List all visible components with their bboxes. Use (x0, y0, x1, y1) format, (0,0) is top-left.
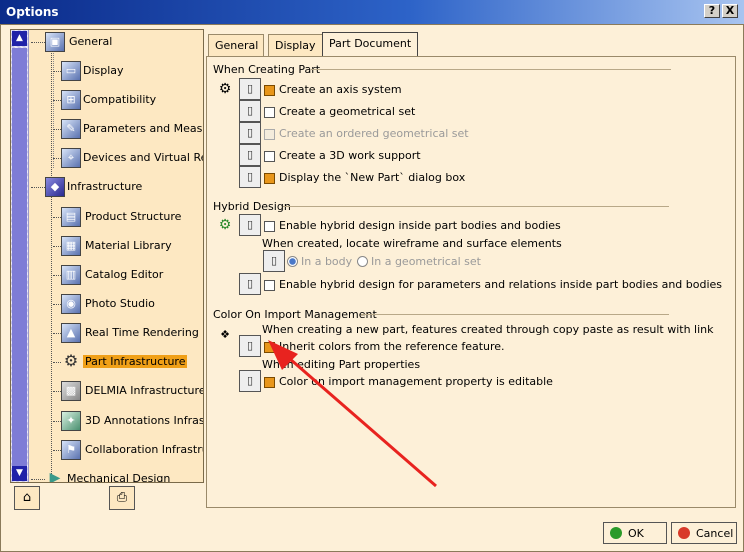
group-when-creating-part-title: When Creating Part (213, 63, 321, 76)
tree-home-button[interactable]: ⌂ (14, 486, 40, 510)
lock-inherit-colors-button[interactable]: ▯ (239, 335, 261, 357)
locate-wireframe-label: When created, locate wireframe and surfa… (262, 237, 562, 250)
cancel-icon (678, 527, 690, 539)
infrastructure-icon: ◆ (45, 177, 65, 197)
title-bar: Options ? X (0, 0, 744, 24)
tree-scrollbar[interactable]: ▲ ▼ (11, 30, 29, 482)
scroll-up-icon[interactable]: ▲ (12, 31, 27, 46)
export-icon: ⎙ (116, 490, 128, 505)
tab-part-document[interactable]: Part Document (322, 32, 418, 56)
enable-hybrid-parameters-label: Enable hybrid design for parameters and … (279, 278, 723, 291)
enable-hybrid-parameters-checkbox[interactable] (264, 280, 275, 291)
lock-color-editable-button[interactable]: ▯ (239, 370, 261, 392)
enable-hybrid-design-checkbox[interactable] (264, 221, 275, 232)
create-3d-work-support-label: Create a 3D work support (279, 149, 421, 162)
create-3d-work-support-checkbox[interactable] (264, 151, 275, 162)
options-tree: ▲ ▼ ▣ General ▭ Display ⊞ Compatibility … (10, 29, 204, 483)
collaboration-icon: ⚑ (61, 440, 81, 460)
display-new-part-dialog-checkbox[interactable] (264, 173, 275, 184)
lock-icon: ▯ (246, 82, 254, 95)
in-a-geometrical-set-radio (357, 256, 368, 267)
ok-icon (610, 527, 622, 539)
display-icon: ▭ (61, 61, 81, 81)
scroll-thumb[interactable] (12, 48, 27, 468)
in-a-body-radio (287, 256, 298, 267)
group-hybrid-design-title: Hybrid Design (213, 200, 291, 213)
lock-new-part-dialog-button[interactable]: ▯ (239, 166, 261, 188)
rendering-icon: ▲ (61, 323, 81, 343)
in-a-geometrical-set-label: In a geometrical set (371, 255, 481, 268)
display-new-part-dialog-label: Display the `New Part` dialog box (279, 171, 466, 184)
lock-hybrid-parameters-button[interactable]: ▯ (239, 273, 261, 295)
scroll-down-icon[interactable]: ▼ (12, 466, 27, 481)
create-ordered-geometrical-set-label: Create an ordered geometrical set (279, 127, 469, 140)
enable-hybrid-design-label: Enable hybrid design inside part bodies … (279, 219, 561, 232)
annotations-icon: ✦ (61, 411, 81, 431)
lock-icon: ▯ (246, 218, 254, 231)
window-title: Options (6, 5, 59, 19)
create-axis-system-checkbox[interactable] (264, 85, 275, 96)
group-color-import-title: Color On Import Management (213, 308, 377, 321)
cancel-button[interactable]: Cancel (671, 522, 737, 544)
create-axis-system-label: Create an axis system (279, 83, 402, 96)
lock-axis-system-button[interactable]: ▯ (239, 78, 261, 100)
delmia-icon: ▩ (61, 381, 81, 401)
product-structure-icon: ▤ (61, 207, 81, 227)
create-ordered-geometrical-set-checkbox (264, 129, 275, 140)
gear-icon: ⚙ (63, 351, 79, 370)
lock-geometrical-set-button[interactable]: ▯ (239, 100, 261, 122)
lock-icon: ▯ (246, 126, 254, 139)
lock-ordered-geometrical-set-button[interactable]: ▯ (239, 122, 261, 144)
lock-icon: ▯ (270, 254, 278, 267)
lock-locate-wireframe-button[interactable]: ▯ (263, 250, 285, 272)
create-geometrical-set-checkbox[interactable] (264, 107, 275, 118)
material-library-icon: ▦ (61, 236, 81, 256)
tree-export-button[interactable]: ⎙ (109, 486, 135, 510)
tab-display[interactable]: Display (268, 34, 324, 56)
parameters-icon: ✎ (61, 119, 81, 139)
lock-icon: ▯ (246, 339, 254, 352)
close-button[interactable]: X (722, 4, 738, 18)
annotation-arrow (268, 340, 437, 488)
devices-icon: ⌖ (61, 148, 81, 168)
home-icon: ⌂ (22, 490, 32, 505)
create-geometrical-set-label: Create a geometrical set (279, 105, 416, 118)
tab-general[interactable]: General (208, 34, 264, 56)
lock-icon: ▯ (246, 277, 254, 290)
lock-hybrid-design-button[interactable]: ▯ (239, 214, 261, 236)
in-a-body-label: In a body (301, 255, 353, 268)
lock-icon: ▯ (246, 374, 254, 387)
general-icon: ▣ (45, 32, 65, 52)
color-palette-icon: ❖ (220, 328, 230, 341)
help-button[interactable]: ? (704, 4, 720, 18)
photo-studio-icon: ◉ (61, 294, 81, 314)
copy-paste-description: When creating a new part, features creat… (262, 323, 714, 336)
lock-icon: ▯ (246, 148, 254, 161)
lock-icon: ▯ (246, 104, 254, 117)
catalog-editor-icon: ▥ (61, 265, 81, 285)
mechanical-design-icon: ▶ (49, 470, 61, 483)
ok-button[interactable]: OK (603, 522, 667, 544)
lock-icon: ▯ (246, 170, 254, 183)
axis-system-icon: ⚙ (218, 81, 232, 97)
lock-3d-work-support-button[interactable]: ▯ (239, 144, 261, 166)
compatibility-icon: ⊞ (61, 90, 81, 110)
hybrid-design-icon: ⚙ (218, 217, 232, 233)
